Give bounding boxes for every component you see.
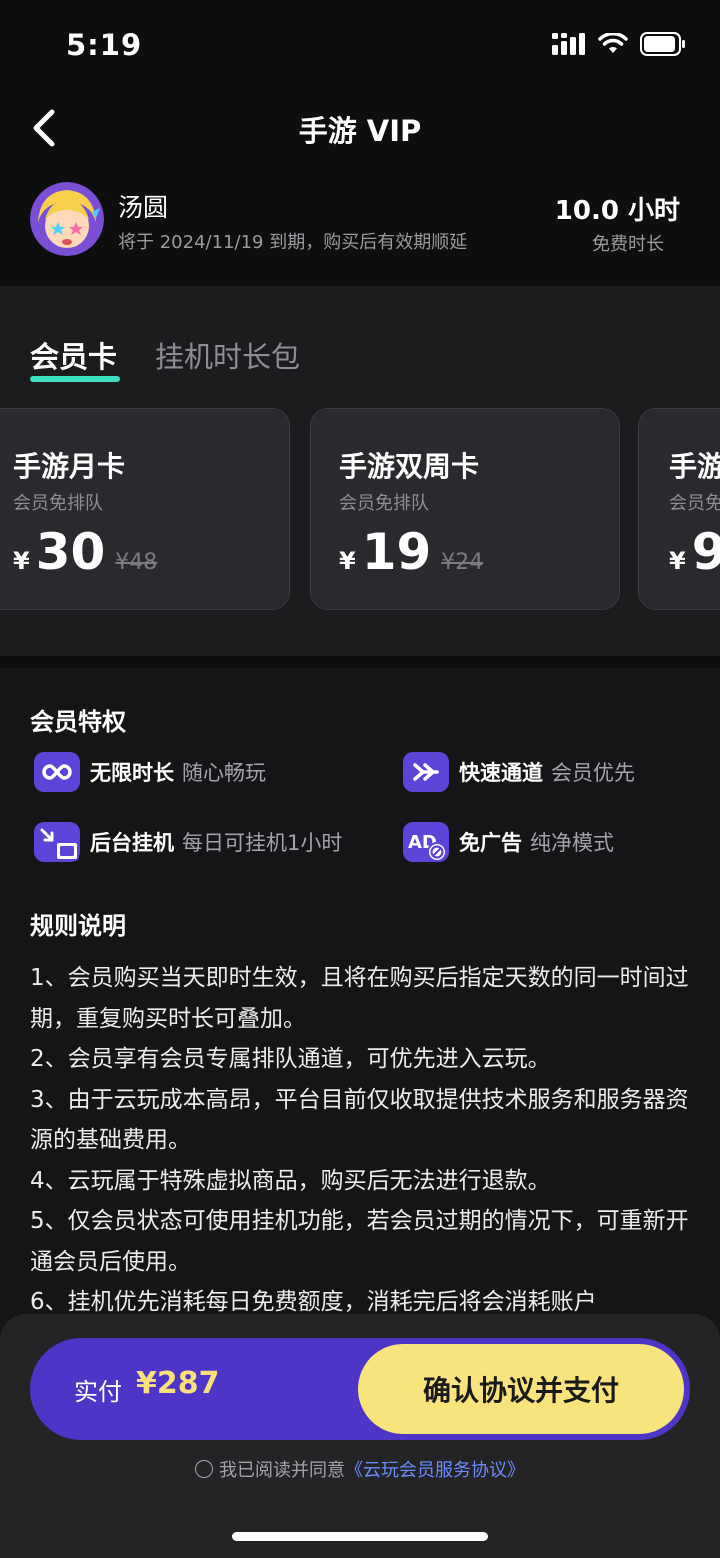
plan-name: 手游月卡 — [13, 450, 126, 483]
wifi-icon — [598, 33, 628, 53]
plan-tabs: 会员卡 挂机时长包 — [30, 334, 300, 382]
confirm-and-pay-button[interactable]: 确认协议并支付 — [358, 1344, 684, 1434]
privilege-no-ads: AD 免广告 纯净模式 — [403, 822, 614, 862]
plan-subtitle: 会员免排队 — [339, 493, 429, 514]
user-name: 汤圆 — [118, 193, 169, 222]
privilege-unlimited-time: 无限时长 随心畅玩 — [34, 752, 266, 792]
plans-section: 会员卡 挂机时长包 手游月卡 会员免排队 ¥ 30 ¥48 手游双周卡 会员免排… — [0, 286, 720, 656]
plan-name: 手游 — [669, 450, 720, 483]
rule-item: 3、由于云玩成本高昂，平台目前仅收取提供技术服务和服务器资源的基础费用。 — [30, 1086, 689, 1154]
nav-bar: 手游 VIP — [0, 92, 720, 164]
rule-item: 2、会员享有会员专属排队通道，可优先进入云玩。 — [30, 1046, 551, 1072]
pay-label: 实付 — [74, 1378, 122, 1406]
battery-icon — [640, 32, 685, 56]
fast-forward-icon — [403, 752, 449, 792]
avatar[interactable] — [30, 182, 104, 256]
privilege-background-idle: 后台挂机 每日可挂机1小时 — [34, 822, 342, 862]
privilege-name: 后台挂机 — [90, 831, 174, 855]
infinity-icon — [34, 752, 80, 792]
privilege-desc: 会员优先 — [551, 761, 635, 785]
price-value: 19 — [361, 523, 432, 581]
plan-price: ¥ 30 ¥48 — [13, 523, 157, 581]
background-run-icon — [34, 822, 80, 862]
plan-card-partial[interactable]: 手游 会员免 ¥ 9 — [638, 408, 720, 610]
tab-membership-card[interactable]: 会员卡 — [30, 334, 120, 382]
price-value: 30 — [35, 523, 106, 581]
privileges-title: 会员特权 — [30, 708, 126, 736]
rule-item: 4、云玩属于特殊虚拟商品，购买后无法进行退款。 — [30, 1167, 551, 1194]
pay-amount: ¥287 — [136, 1366, 220, 1401]
tab-label: 会员卡 — [30, 340, 118, 374]
price-value: 9 — [692, 523, 720, 581]
agree-checkbox[interactable] — [195, 1460, 213, 1478]
free-hours-value: 10.0 小时 — [554, 196, 680, 226]
free-hours-label: 免费时长 — [592, 234, 664, 255]
privilege-fast-lane: 快速通道 会员优先 — [403, 752, 635, 792]
tab-active-indicator — [30, 376, 120, 382]
cellular-signal-icon — [552, 33, 585, 55]
rule-item: 5、仅会员状态可使用挂机功能，若会员过期的情况下，可重新开通会员后使用。 — [30, 1208, 689, 1275]
privilege-desc: 纯净模式 — [530, 831, 614, 855]
plan-card-biweekly[interactable]: 手游双周卡 会员免排队 ¥ 19 ¥24 — [310, 408, 620, 610]
tab-label: 挂机时长包 — [155, 340, 301, 374]
privilege-name: 无限时长 — [90, 761, 174, 785]
currency-symbol: ¥ — [339, 547, 356, 575]
no-ads-icon: AD — [403, 822, 449, 862]
plan-price: ¥ 19 ¥24 — [339, 523, 483, 581]
rule-item: 1、会员购买当天即时生效，且将在购买后指定天数的同一时间过期，重复购买时长可叠加… — [30, 965, 689, 1032]
home-indicator — [232, 1532, 488, 1541]
privilege-desc: 随心畅玩 — [182, 761, 266, 785]
agreement-link[interactable]: 《云玩会员服务协议》 — [345, 1456, 525, 1482]
agree-text: 我已阅读并同意 — [219, 1460, 345, 1481]
currency-symbol: ¥ — [13, 547, 30, 575]
currency-symbol: ¥ — [669, 547, 686, 575]
tab-idle-time-pack[interactable]: 挂机时长包 — [155, 334, 300, 376]
rules-list: 1、会员购买当天即时生效，且将在购买后指定天数的同一时间过期，重复购买时长可叠加… — [30, 958, 690, 1323]
plan-subtitle: 会员免 — [669, 493, 720, 514]
status-bar: 5:19 — [0, 0, 720, 92]
payment-panel: 实付 ¥287 确认协议并支付 我已阅读并同意 《云玩会员服务协议》 — [0, 1314, 720, 1558]
plan-name: 手游双周卡 — [339, 450, 480, 483]
payment-bar: 实付 ¥287 确认协议并支付 — [30, 1338, 690, 1440]
status-time: 5:19 — [66, 28, 143, 62]
original-price: ¥24 — [441, 550, 484, 575]
plan-price: ¥ 9 — [669, 523, 720, 581]
privilege-name: 快速通道 — [459, 761, 543, 785]
privilege-name: 免广告 — [459, 831, 522, 855]
user-info: 汤圆 将于 2024/11/19 到期，购买后有效期顺延 10.0 小时 免费时… — [0, 180, 720, 286]
page-title: 手游 VIP — [298, 114, 422, 148]
plan-card-monthly[interactable]: 手游月卡 会员免排队 ¥ 30 ¥48 — [0, 408, 290, 610]
plan-subtitle: 会员免排队 — [13, 493, 103, 514]
status-icons — [552, 32, 686, 56]
rules-title: 规则说明 — [30, 912, 126, 940]
membership-expiry: 将于 2024/11/19 到期，购买后有效期顺延 — [118, 232, 468, 253]
original-price: ¥48 — [115, 550, 158, 575]
agreement-row: 我已阅读并同意 《云玩会员服务协议》 — [0, 1456, 720, 1482]
privilege-desc: 每日可挂机1小时 — [182, 831, 343, 855]
